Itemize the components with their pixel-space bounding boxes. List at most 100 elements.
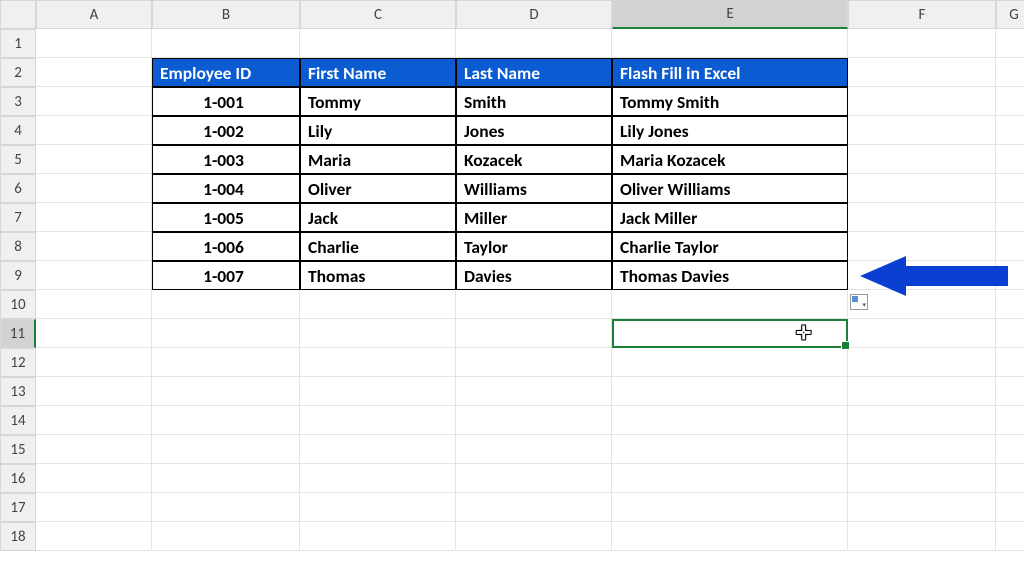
cell-D9[interactable]: Davies xyxy=(456,261,612,290)
cell-E11[interactable] xyxy=(612,319,848,348)
cell-C17[interactable] xyxy=(300,493,456,522)
cell-A17[interactable] xyxy=(36,493,152,522)
row-header-15[interactable]: 15 xyxy=(0,435,36,464)
cell-E18[interactable] xyxy=(612,522,848,551)
cell-A12[interactable] xyxy=(36,348,152,377)
cell-F3[interactable] xyxy=(848,87,996,116)
cell-D1[interactable] xyxy=(456,29,612,58)
row-header-2[interactable]: 2 xyxy=(0,58,36,87)
cell-E13[interactable] xyxy=(612,377,848,406)
cell-D12[interactable] xyxy=(456,348,612,377)
cell-A14[interactable] xyxy=(36,406,152,435)
cell-E9[interactable]: Thomas Davies xyxy=(612,261,848,290)
cell-E15[interactable] xyxy=(612,435,848,464)
cell-C8[interactable]: Charlie xyxy=(300,232,456,261)
cell-D15[interactable] xyxy=(456,435,612,464)
col-header-F[interactable]: F xyxy=(848,0,996,29)
cell-F6[interactable] xyxy=(848,174,996,203)
cell-A3[interactable] xyxy=(36,87,152,116)
col-header-B[interactable]: B xyxy=(152,0,300,29)
col-header-A[interactable]: A xyxy=(36,0,152,29)
cell-B15[interactable] xyxy=(152,435,300,464)
cell-E14[interactable] xyxy=(612,406,848,435)
cell-E6[interactable]: Oliver Williams xyxy=(612,174,848,203)
cell-G3[interactable] xyxy=(996,87,1024,116)
cell-C3[interactable]: Tommy xyxy=(300,87,456,116)
cell-E2[interactable]: Flash Fill in Excel xyxy=(612,58,848,87)
cell-A6[interactable] xyxy=(36,174,152,203)
cell-A2[interactable] xyxy=(36,58,152,87)
cell-B16[interactable] xyxy=(152,464,300,493)
cell-B6[interactable]: 1-004 xyxy=(152,174,300,203)
cell-C18[interactable] xyxy=(300,522,456,551)
select-all-corner[interactable] xyxy=(0,0,36,29)
cell-E10[interactable] xyxy=(612,290,848,319)
row-header-4[interactable]: 4 xyxy=(0,116,36,145)
cell-B14[interactable] xyxy=(152,406,300,435)
cell-E5[interactable]: Maria Kozacek xyxy=(612,145,848,174)
cell-B8[interactable]: 1-006 xyxy=(152,232,300,261)
cell-A1[interactable] xyxy=(36,29,152,58)
cell-G11[interactable] xyxy=(996,319,1024,348)
cell-G4[interactable] xyxy=(996,116,1024,145)
cell-D14[interactable] xyxy=(456,406,612,435)
cell-A8[interactable] xyxy=(36,232,152,261)
row-header-9[interactable]: 9 xyxy=(0,261,36,290)
cell-F12[interactable] xyxy=(848,348,996,377)
cell-F5[interactable] xyxy=(848,145,996,174)
cell-G15[interactable] xyxy=(996,435,1024,464)
cell-B4[interactable]: 1-002 xyxy=(152,116,300,145)
cell-D11[interactable] xyxy=(456,319,612,348)
cell-F2[interactable] xyxy=(848,58,996,87)
col-header-E[interactable]: E xyxy=(612,0,848,29)
cell-D13[interactable] xyxy=(456,377,612,406)
cell-G18[interactable] xyxy=(996,522,1024,551)
cell-C14[interactable] xyxy=(300,406,456,435)
cell-A16[interactable] xyxy=(36,464,152,493)
cell-B18[interactable] xyxy=(152,522,300,551)
cell-G16[interactable] xyxy=(996,464,1024,493)
cell-C13[interactable] xyxy=(300,377,456,406)
cell-E16[interactable] xyxy=(612,464,848,493)
cell-C7[interactable]: Jack xyxy=(300,203,456,232)
row-header-10[interactable]: 10 xyxy=(0,290,36,319)
cell-A11[interactable] xyxy=(36,319,152,348)
cell-C16[interactable] xyxy=(300,464,456,493)
cell-G17[interactable] xyxy=(996,493,1024,522)
cell-A15[interactable] xyxy=(36,435,152,464)
cell-B17[interactable] xyxy=(152,493,300,522)
row-header-17[interactable]: 17 xyxy=(0,493,36,522)
row-header-18[interactable]: 18 xyxy=(0,522,36,551)
cell-A10[interactable] xyxy=(36,290,152,319)
row-header-6[interactable]: 6 xyxy=(0,174,36,203)
cell-F18[interactable] xyxy=(848,522,996,551)
col-header-C[interactable]: C xyxy=(300,0,456,29)
cell-D2[interactable]: Last Name xyxy=(456,58,612,87)
cell-D16[interactable] xyxy=(456,464,612,493)
cell-C1[interactable] xyxy=(300,29,456,58)
cell-F13[interactable] xyxy=(848,377,996,406)
row-header-3[interactable]: 3 xyxy=(0,87,36,116)
cell-G7[interactable] xyxy=(996,203,1024,232)
row-header-1[interactable]: 1 xyxy=(0,29,36,58)
cell-B5[interactable]: 1-003 xyxy=(152,145,300,174)
cell-G1[interactable] xyxy=(996,29,1024,58)
cell-D5[interactable]: Kozacek xyxy=(456,145,612,174)
row-header-12[interactable]: 12 xyxy=(0,348,36,377)
cell-E4[interactable]: Lily Jones xyxy=(612,116,848,145)
cell-G5[interactable] xyxy=(996,145,1024,174)
cell-C9[interactable]: Thomas xyxy=(300,261,456,290)
cell-C10[interactable] xyxy=(300,290,456,319)
cell-E1[interactable] xyxy=(612,29,848,58)
row-header-7[interactable]: 7 xyxy=(0,203,36,232)
cell-D8[interactable]: Taylor xyxy=(456,232,612,261)
cell-A9[interactable] xyxy=(36,261,152,290)
cell-C15[interactable] xyxy=(300,435,456,464)
cell-G2[interactable] xyxy=(996,58,1024,87)
cell-A13[interactable] xyxy=(36,377,152,406)
cell-B1[interactable] xyxy=(152,29,300,58)
cell-C11[interactable] xyxy=(300,319,456,348)
cell-F11[interactable] xyxy=(848,319,996,348)
cell-E17[interactable] xyxy=(612,493,848,522)
cell-B10[interactable] xyxy=(152,290,300,319)
